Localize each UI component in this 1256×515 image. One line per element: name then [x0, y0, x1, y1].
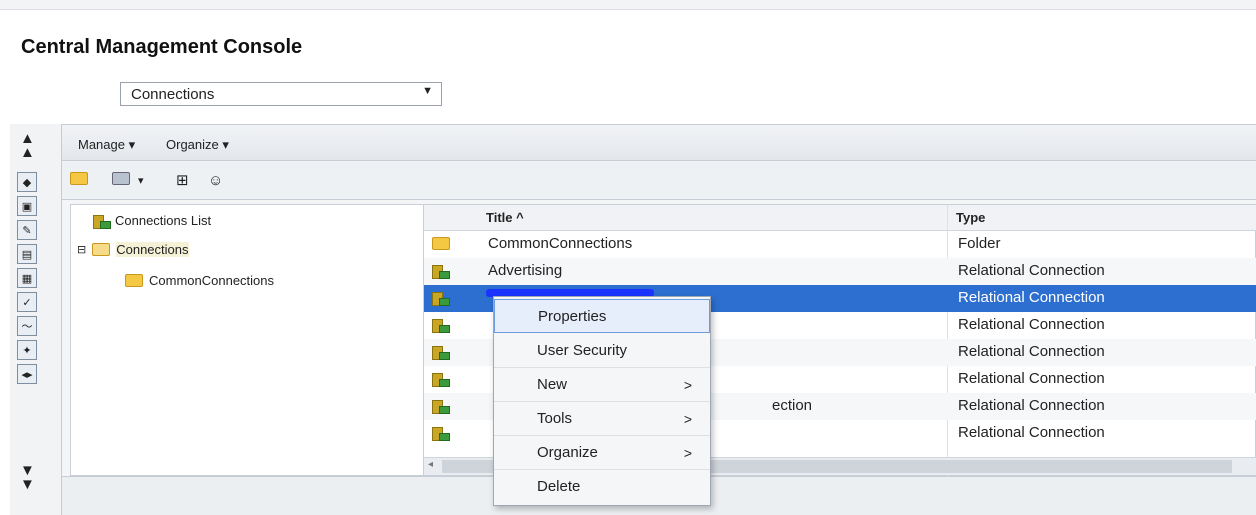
- table-row[interactable]: Advertising Relational Connection: [424, 258, 1256, 285]
- submenu-arrow-icon: >: [683, 445, 692, 461]
- new-object-icon[interactable]: [112, 172, 132, 190]
- users-icon[interactable]: ◆: [17, 172, 37, 192]
- submenu-arrow-icon: >: [683, 411, 692, 427]
- menu-item-new[interactable]: New >: [494, 368, 710, 402]
- new-folder-icon[interactable]: [70, 172, 90, 190]
- scroll-top-icon[interactable]: ▲ ▲: [20, 131, 35, 160]
- tools-icon[interactable]: ✎: [17, 220, 37, 240]
- manage-menu[interactable]: Manage ▾: [78, 137, 135, 153]
- connection-icon: [93, 214, 111, 229]
- menu-item-user-security[interactable]: User Security: [494, 334, 710, 368]
- monitoring-icon[interactable]: 〜: [17, 316, 37, 336]
- connection-icon: [432, 426, 450, 441]
- folder-icon: [432, 237, 450, 250]
- top-border: [0, 0, 1256, 10]
- connection-icon: [432, 372, 450, 387]
- collapse-icon[interactable]: ⊟: [77, 243, 86, 256]
- connection-icon: [432, 318, 450, 333]
- folder-tree: Connections List ⊟ Connections CommonCon…: [70, 204, 424, 476]
- nav-dropdown[interactable]: Connections ▼: [120, 82, 442, 106]
- menu-item-properties[interactable]: Properties: [494, 299, 710, 333]
- table-row[interactable]: CommonConnections Folder: [424, 231, 1256, 258]
- scroll-bottom-icon[interactable]: ▼ ▼: [20, 463, 35, 492]
- connection-icon: [432, 264, 450, 279]
- servers-icon[interactable]: ▣: [17, 196, 37, 216]
- instances-icon[interactable]: ✓: [17, 292, 37, 312]
- sort-asc-icon: ^: [516, 210, 524, 225]
- user-security-icon[interactable]: ☺: [208, 172, 228, 190]
- new-object-chevron-icon[interactable]: ▾: [138, 172, 158, 190]
- menu-toolbar: Manage ▾ Organize ▾: [62, 124, 1256, 161]
- column-type[interactable]: Type: [956, 210, 985, 225]
- menu-item-delete[interactable]: Delete: [494, 470, 710, 504]
- grid-header: Title ^ Type: [424, 205, 1256, 231]
- scroll-left-icon[interactable]: ◂: [428, 459, 433, 470]
- tree-item-connections-list[interactable]: Connections List: [93, 213, 211, 229]
- left-icon-strip: ▲ ▲ ◆ ▣ ✎ ▤ ▦ ✓ 〜 ✦ ◂▸ ▼ ▼: [10, 124, 62, 515]
- properties-icon[interactable]: ⊞: [176, 172, 196, 190]
- menu-item-tools[interactable]: Tools >: [494, 402, 710, 436]
- connection-icon: [432, 399, 450, 414]
- nav-dropdown-value: Connections: [131, 86, 215, 103]
- open-folder-icon: [92, 243, 111, 256]
- tree-item-connections[interactable]: ⊟ Connections: [77, 242, 189, 257]
- column-title[interactable]: Title ^: [486, 210, 524, 225]
- submenu-arrow-icon: >: [683, 377, 692, 393]
- action-toolbar: ▾ ⊞ ☺: [62, 162, 1256, 200]
- folder-icon: [125, 274, 143, 287]
- menu-item-organize[interactable]: Organize >: [494, 436, 710, 470]
- tree-item-commonconnections[interactable]: CommonConnections: [125, 273, 274, 288]
- calendar-icon[interactable]: ▦: [17, 268, 37, 288]
- network-icon[interactable]: ✦: [17, 340, 37, 360]
- app-title: Central Management Console: [21, 36, 303, 58]
- context-menu: Properties User Security New > Tools > O…: [493, 296, 711, 506]
- organize-menu[interactable]: Organize ▾: [166, 137, 229, 153]
- report-icon[interactable]: ▤: [17, 244, 37, 264]
- connection-icon: [432, 291, 450, 306]
- connection-icon: [432, 345, 450, 360]
- toggle-panel-icon[interactable]: ◂▸: [17, 364, 37, 384]
- chevron-down-icon: ▼: [422, 85, 433, 97]
